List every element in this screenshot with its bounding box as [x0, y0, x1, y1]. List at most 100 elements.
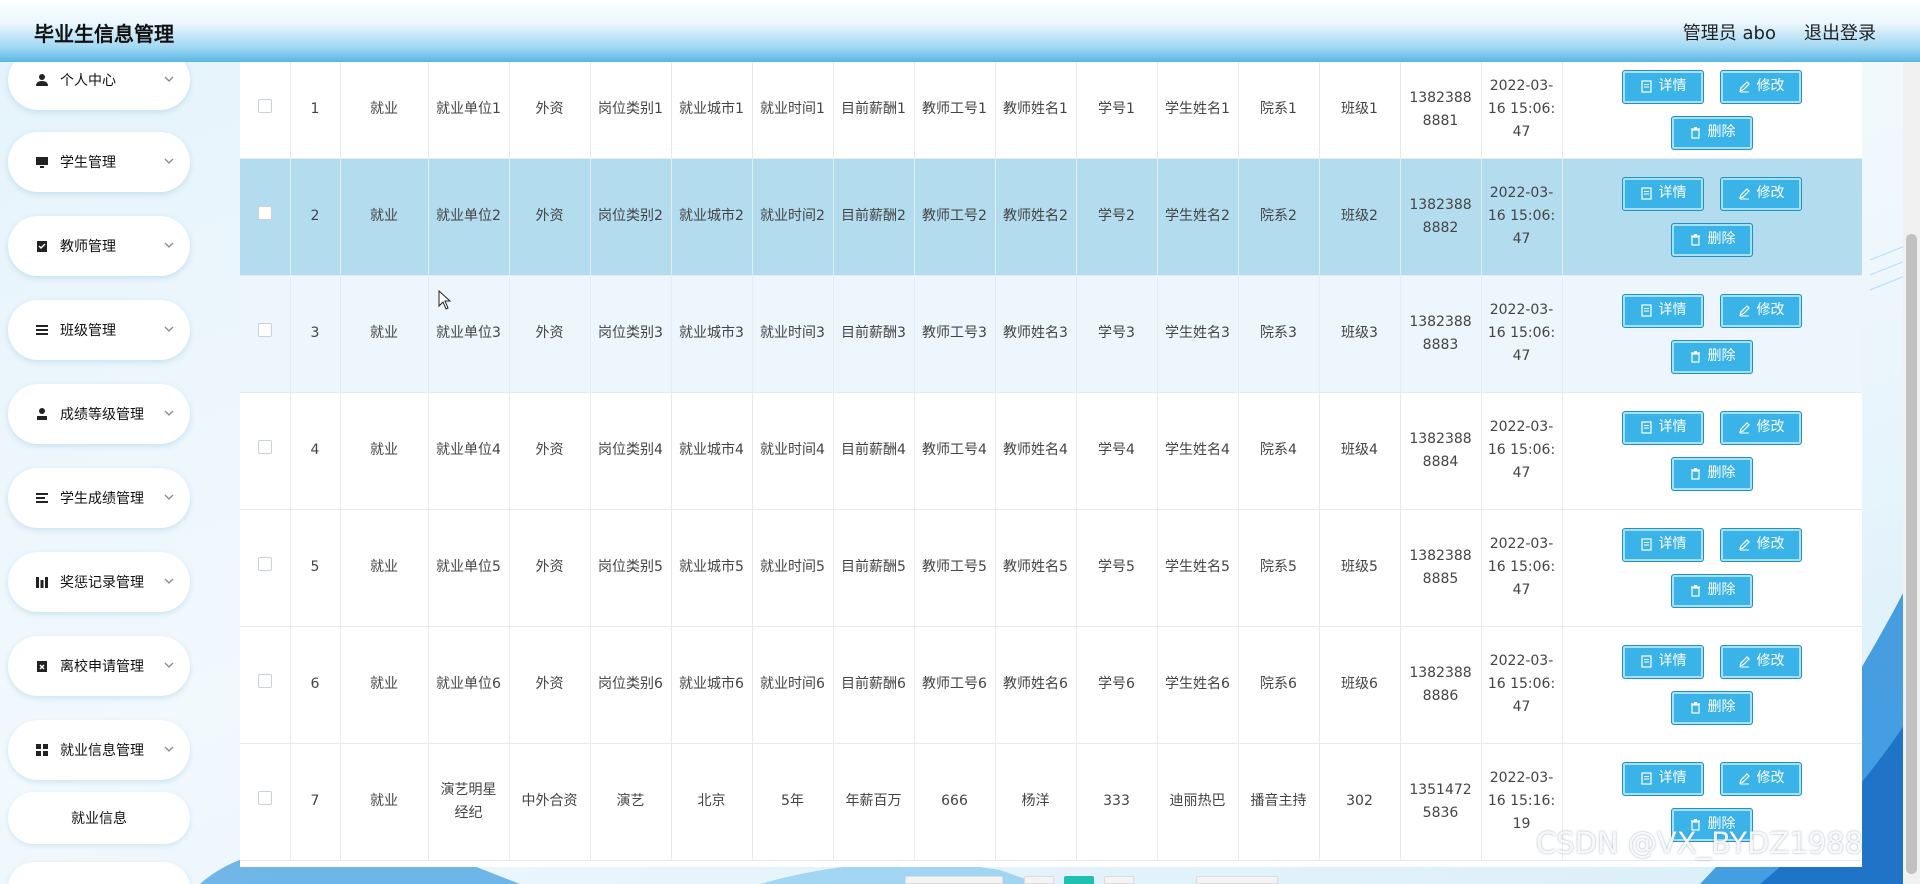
- cell-phone: 13823888881: [1400, 62, 1482, 159]
- sidebar-subitem-next[interactable]: [8, 862, 190, 884]
- chevron-down-icon: [164, 494, 174, 500]
- cell-department: 院系6: [1238, 626, 1320, 744]
- lines-icon: [34, 490, 50, 506]
- edit-button[interactable]: 修改: [1720, 410, 1802, 445]
- cell-employer: 就业单位2: [428, 158, 510, 276]
- cell-department: 院系4: [1238, 392, 1320, 510]
- document-icon: [1640, 421, 1653, 434]
- edit-button[interactable]: 修改: [1720, 293, 1802, 328]
- delete-button[interactable]: 删除: [1671, 339, 1753, 374]
- delete-button[interactable]: 删除: [1671, 573, 1753, 608]
- row-actions-cell: 详情 修改删除: [1562, 275, 1862, 393]
- cell-employment-status: 就业: [340, 275, 429, 393]
- cell-class: 班级6: [1319, 626, 1401, 744]
- row-actions-cell: 详情 修改删除: [1562, 392, 1862, 510]
- cell-department: 院系2: [1238, 158, 1320, 276]
- pencil-icon: [1738, 772, 1751, 785]
- scrollbar-thumb[interactable]: [1906, 234, 1917, 874]
- table-row: 5 就业 就业单位5 外资 岗位类别5 就业城市5 就业时间5 目前薪酬5 教师工号5 教师姓名5…: [240, 509, 1862, 627]
- table-row: 3 就业 就业单位3 外资 岗位类别3 就业城市3 就业时间3 目前薪酬3 教师工号3 教师姓名3…: [240, 275, 1862, 393]
- row-checkbox[interactable]: [257, 99, 272, 114]
- cell-employer: 就业单位6: [428, 626, 510, 744]
- chevron-down-icon: [164, 578, 174, 584]
- cell-current-salary: 目前薪酬1: [833, 62, 915, 159]
- pagination-prev-button[interactable]: [1024, 876, 1054, 884]
- detail-button[interactable]: 详情: [1622, 761, 1704, 796]
- page-scrollbar[interactable]: [1903, 62, 1920, 884]
- cell-teacher-name: 杨洋: [995, 743, 1077, 861]
- delete-button[interactable]: 删除: [1671, 115, 1753, 150]
- detail-button[interactable]: 详情: [1622, 527, 1704, 562]
- pagination-page-active[interactable]: [1064, 876, 1094, 884]
- sidebar-item-label: 奖惩记录管理: [60, 575, 144, 591]
- chevron-down-icon: [164, 326, 174, 332]
- sidebar-item-student-score-management[interactable]: 学生成绩管理: [8, 468, 190, 528]
- cell-employment-city: 北京: [671, 743, 753, 861]
- detail-button[interactable]: 详情: [1622, 293, 1704, 328]
- edit-button[interactable]: 修改: [1720, 644, 1802, 679]
- cell-employment-duration: 就业时间3: [752, 275, 834, 393]
- sidebar-item-employment-management[interactable]: 就业信息管理: [8, 720, 190, 780]
- cell-employment-status: 就业: [340, 62, 429, 159]
- cell-job-category: 岗位类别4: [590, 392, 672, 510]
- document-icon: [1640, 187, 1653, 200]
- cell-teacher-id: 666: [914, 743, 996, 861]
- cell-teacher-name: 教师姓名2: [995, 158, 1077, 276]
- sidebar-item-teacher-management[interactable]: 教师管理: [8, 216, 190, 276]
- cell-row-number: 4: [290, 392, 341, 510]
- cell-teacher-name: 教师姓名4: [995, 392, 1077, 510]
- edit-button[interactable]: 修改: [1720, 761, 1802, 796]
- sidebar-item-label: 离校申请管理: [60, 659, 144, 675]
- cell-teacher-name: 教师姓名6: [995, 626, 1077, 744]
- detail-button[interactable]: 详情: [1622, 410, 1704, 445]
- table-body: 1 就业 就业单位1 外资 岗位类别1 就业城市1 就业时间1 目前薪酬1 教师工号1 教师姓名1…: [240, 62, 1862, 861]
- sidebar-item-leave-school-management[interactable]: 离校申请管理: [8, 636, 190, 696]
- pencil-icon: [1738, 304, 1751, 317]
- detail-button[interactable]: 详情: [1622, 644, 1704, 679]
- cell-teacher-id: 教师工号6: [914, 626, 996, 744]
- row-checkbox[interactable]: [257, 674, 272, 688]
- employment-table: 1 就业 就业单位1 外资 岗位类别1 就业城市1 就业时间1 目前薪酬1 教师工号1 教师姓名1…: [240, 62, 1862, 861]
- cell-current-salary: 目前薪酬6: [833, 626, 915, 744]
- cell-created-time: 2022-03-16 15:06:47: [1481, 626, 1563, 744]
- row-checkbox[interactable]: [257, 323, 272, 337]
- row-actions-cell: 详情 修改删除: [1562, 626, 1862, 744]
- sidebar-item-class-management[interactable]: 班级管理: [8, 300, 190, 360]
- cell-employer: 就业单位1: [428, 62, 510, 159]
- sidebar-item-grade-level-management[interactable]: 成绩等级管理: [8, 384, 190, 444]
- edit-button[interactable]: 修改: [1720, 69, 1802, 104]
- cell-employment-city: 就业城市5: [671, 509, 753, 627]
- delete-button[interactable]: 删除: [1671, 222, 1753, 257]
- row-checkbox[interactable]: [257, 557, 272, 571]
- cell-employer-type: 外资: [509, 158, 591, 276]
- trash-icon: [1689, 233, 1702, 246]
- delete-button[interactable]: 删除: [1671, 690, 1753, 725]
- delete-button[interactable]: 删除: [1671, 456, 1753, 491]
- cell-student-name: 学生姓名4: [1157, 392, 1239, 510]
- sidebar-item-student-management[interactable]: 学生管理: [8, 132, 190, 192]
- sidebar-item-personal-center[interactable]: 个人中心: [8, 62, 190, 110]
- mouse-cursor-icon: [438, 290, 452, 310]
- edit-button[interactable]: 修改: [1720, 176, 1802, 211]
- cell-job-category: 岗位类别2: [590, 158, 672, 276]
- edit-button[interactable]: 修改: [1720, 527, 1802, 562]
- cell-employer-type: 中外合资: [509, 743, 591, 861]
- cell-class: 班级3: [1319, 275, 1401, 393]
- row-checkbox[interactable]: [257, 206, 272, 220]
- pagination-next-button[interactable]: [1104, 876, 1134, 884]
- row-checkbox[interactable]: [257, 791, 272, 805]
- cell-employment-city: 就业城市1: [671, 62, 753, 159]
- detail-button[interactable]: 详情: [1622, 69, 1704, 104]
- sidebar-item-label: 成绩等级管理: [60, 407, 144, 423]
- cell-employment-duration: 就业时间6: [752, 626, 834, 744]
- sidebar-item-reward-record-management[interactable]: 奖惩记录管理: [8, 552, 190, 612]
- trash-icon: [1689, 701, 1702, 714]
- table-row: 1 就业 就业单位1 外资 岗位类别1 就业城市1 就业时间1 目前薪酬1 教师工号1 教师姓名1…: [240, 62, 1862, 159]
- pagination-page-size-select[interactable]: [1196, 876, 1278, 884]
- row-checkbox[interactable]: [257, 440, 272, 454]
- logout-link[interactable]: 退出登录: [1804, 19, 1876, 45]
- cell-row-number: 7: [290, 743, 341, 861]
- list-icon: [34, 322, 50, 338]
- detail-button[interactable]: 详情: [1622, 176, 1704, 211]
- sidebar-subitem-employment-info[interactable]: 就业信息: [8, 792, 190, 844]
